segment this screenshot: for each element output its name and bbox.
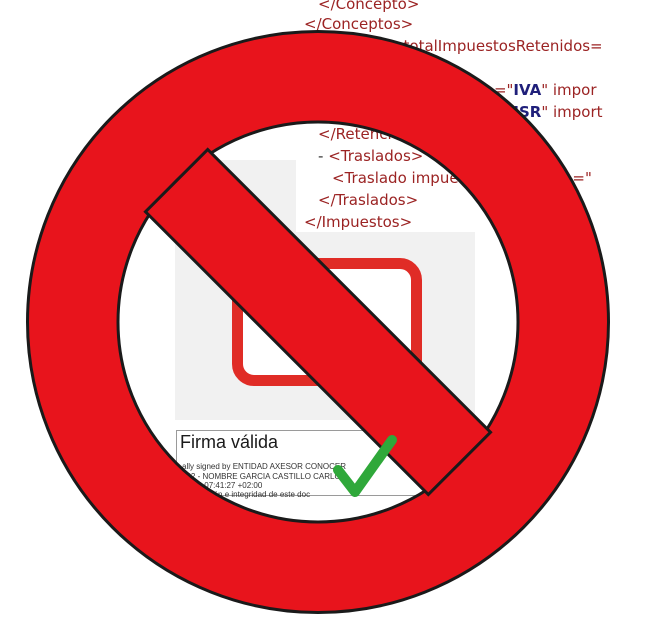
checkmark-icon [333,435,397,497]
sign-diagonal-bar [143,147,493,497]
no-symbol-icon [26,30,610,614]
prohibited-digital-invoice-illustration: Firma válida ally signed by ENTIDAD AXES… [0,0,648,637]
